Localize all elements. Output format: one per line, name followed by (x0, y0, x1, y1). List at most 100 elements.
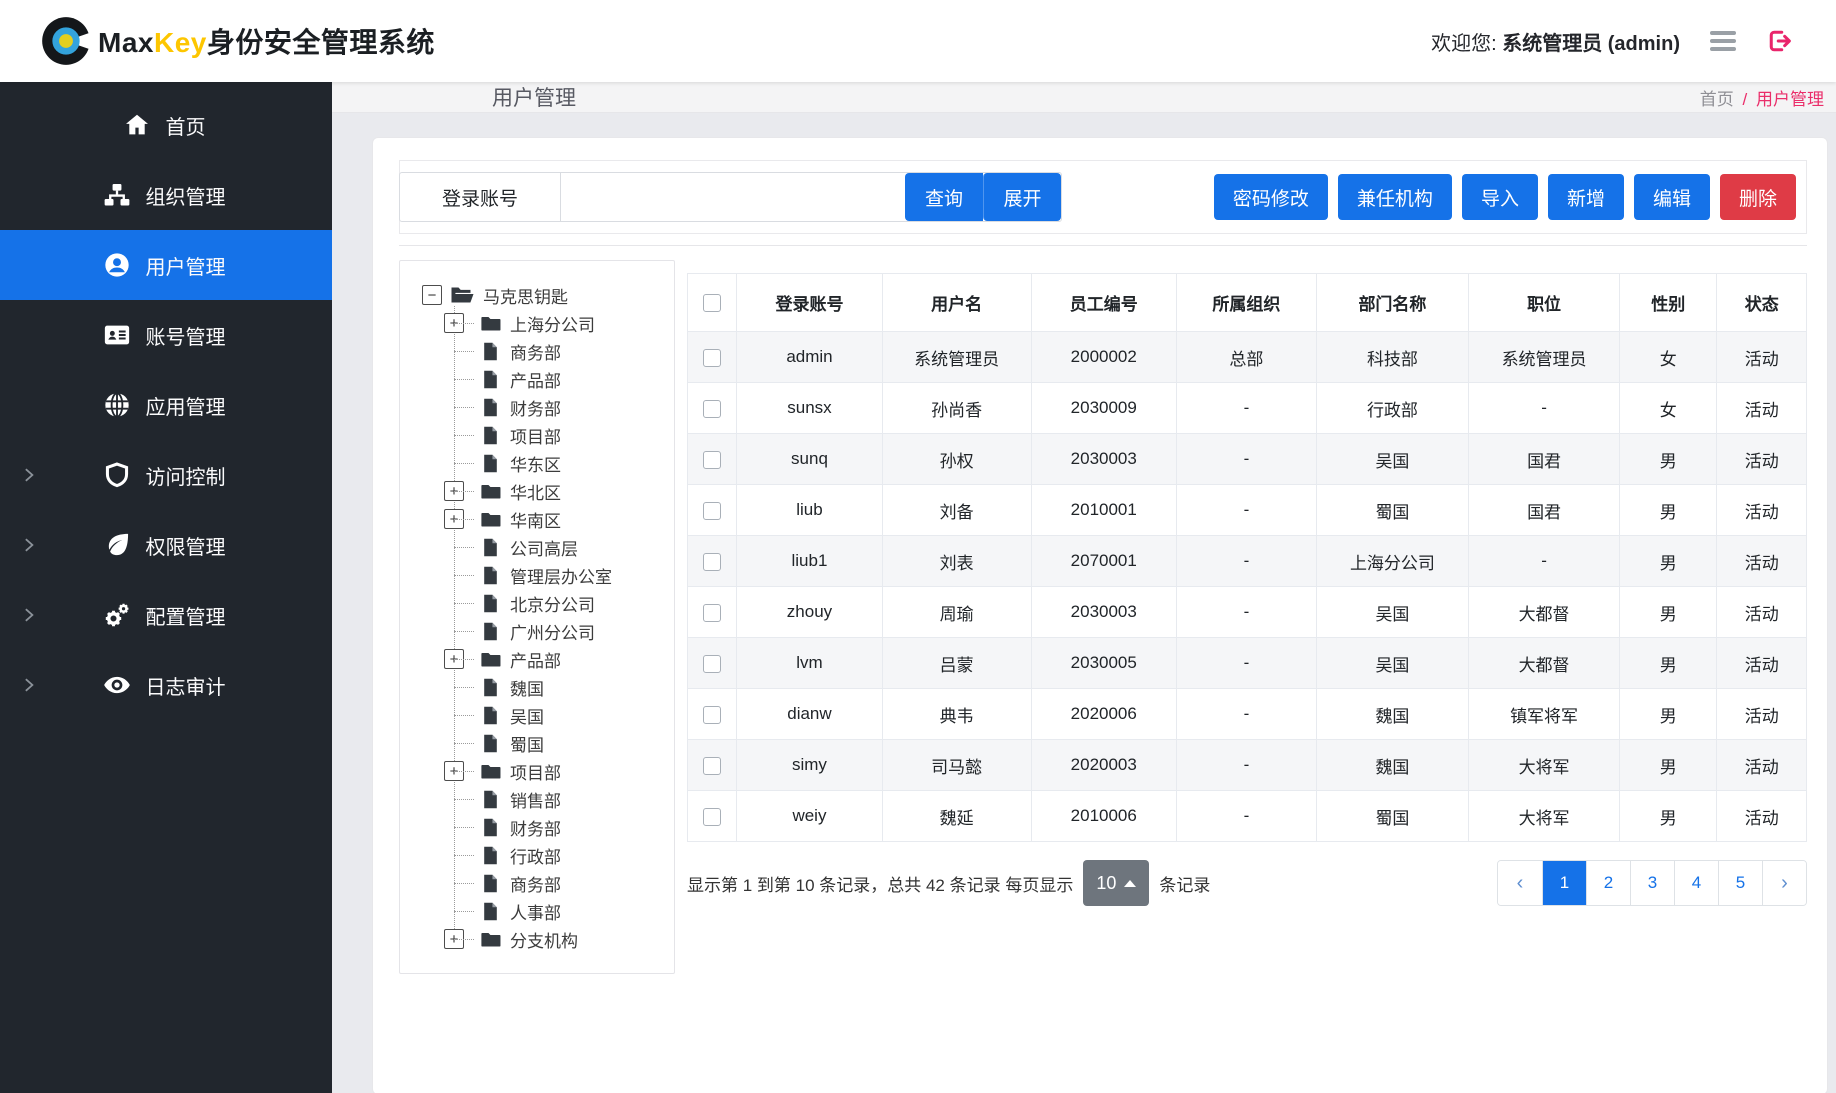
page-button-4[interactable]: 4 (1674, 861, 1718, 905)
action-button-导入[interactable]: 导入 (1462, 174, 1538, 220)
sidebar-item-config[interactable]: 配置管理 (0, 580, 332, 650)
plus-expander-icon[interactable]: + (444, 481, 464, 501)
menu-toggle-icon[interactable] (1710, 31, 1736, 51)
tree-node-label[interactable]: 行政部 (510, 843, 561, 868)
tree-node[interactable]: 蜀国 (480, 729, 664, 757)
plus-expander-icon[interactable]: + (444, 313, 464, 333)
next-page-button[interactable]: › (1762, 861, 1806, 905)
tree-node-label[interactable]: 商务部 (510, 871, 561, 896)
plus-expander-icon[interactable]: + (444, 509, 464, 529)
tree-node-label[interactable]: 商务部 (510, 339, 561, 364)
tree-node-label[interactable]: 华东区 (510, 451, 561, 476)
tree-node-label[interactable]: 华南区 (510, 507, 561, 532)
tree-node[interactable]: 北京分公司 (480, 589, 664, 617)
tree-node[interactable]: +分支机构 (480, 925, 664, 953)
row-checkbox[interactable] (703, 604, 721, 622)
tree-node[interactable]: 行政部 (480, 841, 664, 869)
tree-node-label[interactable]: 吴国 (510, 703, 544, 728)
row-checkbox[interactable] (703, 808, 721, 826)
tree-node-label[interactable]: 魏国 (510, 675, 544, 700)
action-button-密码修改[interactable]: 密码修改 (1214, 174, 1328, 220)
sidebar-item-app[interactable]: 应用管理 (0, 370, 332, 440)
tree-node[interactable]: 吴国 (480, 701, 664, 729)
row-checkbox[interactable] (703, 451, 721, 469)
page-button-5[interactable]: 5 (1718, 861, 1762, 905)
sidebar-item-user[interactable]: 用户管理 (0, 230, 332, 300)
tree-node-label[interactable]: 广州分公司 (510, 619, 595, 644)
minus-expander-icon[interactable]: − (422, 285, 442, 305)
tree-node[interactable]: +华北区 (480, 477, 664, 505)
table-row[interactable]: zhouy周瑜2030003-吴国大都督男活动 (688, 587, 1807, 638)
table-row[interactable]: sunq孙权2030003-吴国国君男活动 (688, 434, 1807, 485)
row-checkbox[interactable] (703, 502, 721, 520)
tree-node[interactable]: 公司高层 (480, 533, 664, 561)
tree-node[interactable]: 广州分公司 (480, 617, 664, 645)
table-row[interactable]: admin系统管理员2000002总部科技部系统管理员女活动 (688, 332, 1807, 383)
tree-node-label[interactable]: 财务部 (510, 395, 561, 420)
table-row[interactable]: sunsx孙尚香2030009-行政部-女活动 (688, 383, 1807, 434)
tree-node-label[interactable]: 项目部 (510, 759, 561, 784)
tree-node[interactable]: 项目部 (480, 421, 664, 449)
action-button-新增[interactable]: 新增 (1548, 174, 1624, 220)
tree-node-label[interactable]: 人事部 (510, 899, 561, 924)
login-account-input[interactable] (561, 173, 906, 221)
table-row[interactable]: dianw典韦2020006-魏国镇军将军男活动 (688, 689, 1807, 740)
tree-node-label[interactable]: 蜀国 (510, 731, 544, 756)
tree-node-label[interactable]: 财务部 (510, 815, 561, 840)
tree-node-label[interactable]: 产品部 (510, 647, 561, 672)
logout-icon[interactable] (1766, 27, 1794, 55)
previous-page-button[interactable]: ‹ (1498, 861, 1542, 905)
tree-node-label[interactable]: 公司高层 (510, 535, 578, 560)
row-checkbox[interactable] (703, 400, 721, 418)
tree-node-label[interactable]: 华北区 (510, 479, 561, 504)
page-button-3[interactable]: 3 (1630, 861, 1674, 905)
action-button-兼任机构[interactable]: 兼任机构 (1338, 174, 1452, 220)
breadcrumb-home[interactable]: 首页 (1700, 90, 1734, 109)
table-row[interactable]: lvm吕蒙2030005-吴国大都督男活动 (688, 638, 1807, 689)
tree-node[interactable]: 财务部 (480, 393, 664, 421)
query-button[interactable]: 查询 (905, 173, 983, 221)
tree-node[interactable]: +华南区 (480, 505, 664, 533)
tree-node[interactable]: 销售部 (480, 785, 664, 813)
plus-expander-icon[interactable]: + (444, 929, 464, 949)
tree-node-label[interactable]: 销售部 (510, 787, 561, 812)
tree-node-label[interactable]: 管理层办公室 (510, 563, 612, 588)
row-checkbox[interactable] (703, 757, 721, 775)
row-checkbox[interactable] (703, 655, 721, 673)
tree-node[interactable]: − 马克思钥匙 (422, 281, 664, 309)
tree-node[interactable]: 商务部 (480, 337, 664, 365)
page-button-2[interactable]: 2 (1586, 861, 1630, 905)
tree-node[interactable]: 产品部 (480, 365, 664, 393)
sidebar-item-audit[interactable]: 日志审计 (0, 650, 332, 720)
plus-expander-icon[interactable]: + (444, 649, 464, 669)
page-size-dropdown[interactable]: 10 (1083, 860, 1149, 906)
plus-expander-icon[interactable]: + (444, 761, 464, 781)
row-checkbox[interactable] (703, 553, 721, 571)
tree-node-label[interactable]: 产品部 (510, 367, 561, 392)
tree-node[interactable]: 人事部 (480, 897, 664, 925)
table-row[interactable]: simy司马懿2020003-魏国大将军男活动 (688, 740, 1807, 791)
table-row[interactable]: liub1刘表2070001-上海分公司-男活动 (688, 536, 1807, 587)
sidebar-item-org[interactable]: 组织管理 (0, 160, 332, 230)
row-checkbox[interactable] (703, 706, 721, 724)
select-all-checkbox[interactable] (703, 294, 721, 312)
sidebar-item-account[interactable]: 账号管理 (0, 300, 332, 370)
tree-node-label[interactable]: 马克思钥匙 (483, 283, 568, 308)
sidebar-item-home[interactable]: 首页 (0, 90, 332, 160)
tree-node[interactable]: +产品部 (480, 645, 664, 673)
tree-node[interactable]: +项目部 (480, 757, 664, 785)
tree-node[interactable]: 华东区 (480, 449, 664, 477)
row-checkbox[interactable] (703, 349, 721, 367)
tree-node-label[interactable]: 项目部 (510, 423, 561, 448)
tree-node[interactable]: 管理层办公室 (480, 561, 664, 589)
tree-node[interactable]: 商务部 (480, 869, 664, 897)
sidebar-item-access[interactable]: 访问控制 (0, 440, 332, 510)
tree-node[interactable]: +上海分公司 (480, 309, 664, 337)
table-row[interactable]: weiy魏延2010006-蜀国大将军男活动 (688, 791, 1807, 842)
expand-button[interactable]: 展开 (983, 173, 1061, 221)
action-button-编辑[interactable]: 编辑 (1634, 174, 1710, 220)
action-button-删除[interactable]: 删除 (1720, 174, 1796, 220)
tree-node[interactable]: 魏国 (480, 673, 664, 701)
tree-node-label[interactable]: 北京分公司 (510, 591, 595, 616)
tree-node-label[interactable]: 分支机构 (510, 927, 578, 952)
